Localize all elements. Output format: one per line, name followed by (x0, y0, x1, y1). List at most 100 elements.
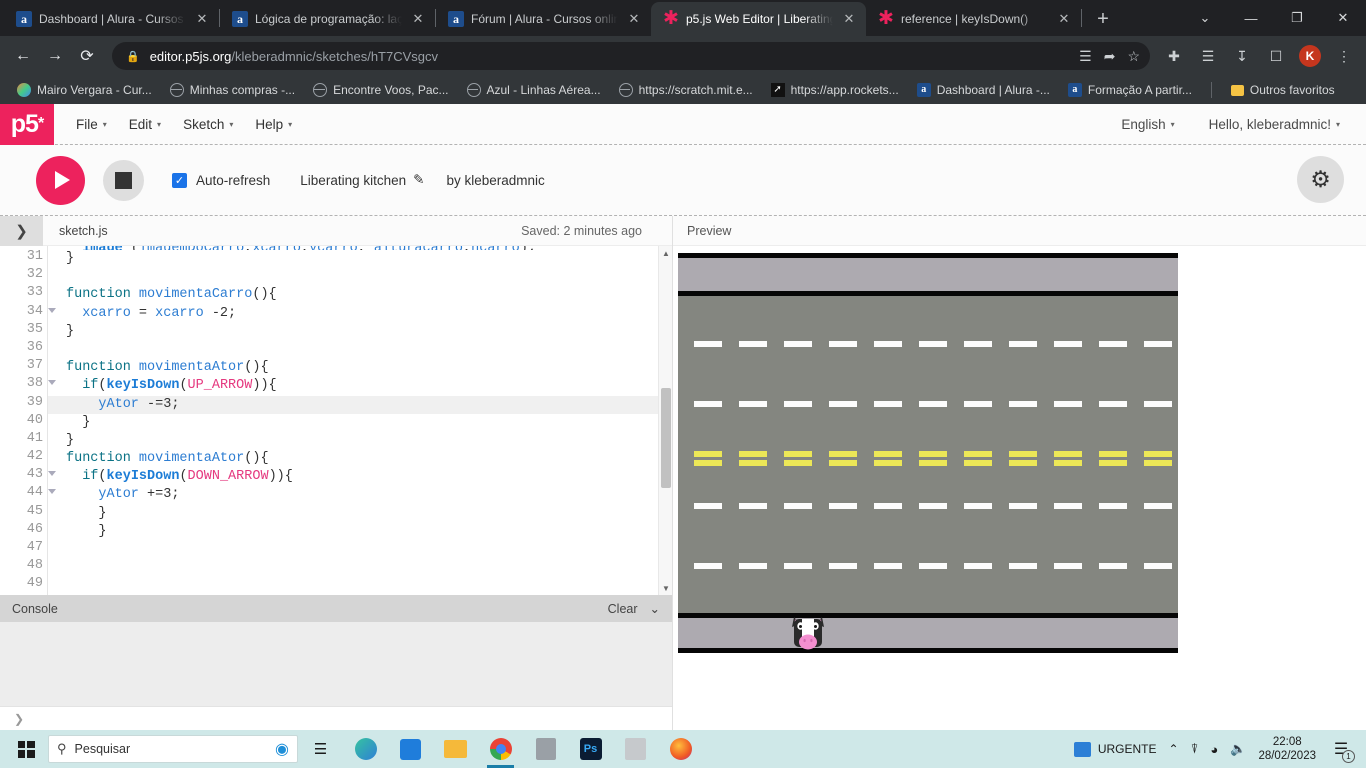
start-button[interactable] (4, 730, 48, 768)
bookmark-item-4[interactable]: https://scratch.mit.e... (612, 80, 760, 100)
menu-help[interactable]: Help ▾ (247, 113, 300, 136)
sidebar-toggle-button[interactable]: ❯ (0, 215, 43, 246)
clock[interactable]: 22:08 28/02/2023 (1258, 735, 1316, 763)
scroll-down-arrow[interactable]: ▼ (659, 581, 672, 595)
address-bar[interactable]: 🔒 editor.p5js.org/kleberadmnic/sketches/… (112, 42, 1150, 70)
language-selector[interactable]: English ▾ (1113, 113, 1182, 136)
code-line[interactable] (66, 559, 672, 577)
close-icon[interactable]: ✕ (193, 10, 211, 28)
scrollbar-thumb[interactable] (661, 388, 671, 488)
bookmark-item-0[interactable]: Mairo Vergara - Cur... (10, 80, 159, 100)
photos-icon[interactable] (523, 730, 568, 768)
bookmark-item-1[interactable]: Minhas compras -... (163, 80, 302, 100)
code-line[interactable]: } (66, 523, 672, 541)
pencil-icon[interactable]: ✎ (413, 172, 424, 188)
chrome-menu-icon[interactable]: ⋮ (1330, 42, 1358, 70)
browser-tab-3-active[interactable]: p5.js Web Editor | Liberating ✕ (651, 2, 866, 36)
code-editor[interactable]: 31 32 33 3435 36 37383940 41 42434445 46 47 48 49 i… (0, 246, 672, 595)
other-bookmarks-folder[interactable]: Outros favoritos (1224, 80, 1342, 100)
tray-expand-icon[interactable]: ⌃ (1169, 742, 1179, 756)
checkbox-icon[interactable]: ✓ (172, 172, 187, 188)
profile-avatar[interactable]: K (1296, 42, 1324, 70)
close-icon[interactable]: ✕ (840, 10, 858, 28)
code-line[interactable]: } (66, 432, 672, 450)
photoshop-icon[interactable]: Ps (568, 730, 613, 768)
task-view-icon[interactable]: ☰ (298, 730, 343, 768)
code-line[interactable]: if(keyIsDown(UP_ARROW)){ (66, 377, 672, 395)
account-menu[interactable]: Hello, kleberadmnic! ▾ (1201, 113, 1348, 136)
code-line[interactable]: function movimentaAtor(){ (66, 359, 672, 377)
close-icon[interactable]: ✕ (409, 10, 427, 28)
code-line[interactable]: xcarro = xcarro -2; (66, 305, 672, 323)
code-line[interactable]: yAtor +=3; (66, 486, 672, 504)
translate-icon[interactable]: ☰ (1079, 48, 1092, 65)
code-line[interactable]: yAtor -=3; (48, 395, 672, 414)
contacts-icon[interactable] (343, 730, 388, 768)
file-tab-sketch-js[interactable]: sketch.js (59, 224, 108, 238)
sketch-name[interactable]: Liberating kitchen ✎ (300, 172, 424, 188)
camera-icon[interactable]: ⍒ (1191, 741, 1199, 757)
file-explorer-icon[interactable] (433, 730, 478, 768)
paint-icon[interactable] (613, 730, 658, 768)
code-line[interactable]: } (66, 505, 672, 523)
share-icon[interactable]: ➦ (1104, 48, 1116, 65)
copilot-icon[interactable]: ◉ (275, 739, 289, 759)
menu-edit[interactable]: Edit ▾ (121, 113, 169, 136)
notification-center-button[interactable]: ☰ 1 (1328, 734, 1355, 764)
bookmark-item-3[interactable]: Azul - Linhas Aérea... (460, 80, 608, 100)
maximize-button[interactable]: ❐ (1274, 0, 1320, 36)
tab-search-icon[interactable]: ⌄ (1182, 0, 1228, 36)
code-line[interactable]: if(keyIsDown(DOWN_ARROW)){ (66, 468, 672, 486)
p5-logo[interactable]: p5 * (0, 103, 54, 145)
microsoft-store-icon[interactable] (388, 730, 433, 768)
console-clear-button[interactable]: Clear (608, 602, 638, 616)
bookmark-item-5[interactable]: ➚ https://app.rockets... (764, 80, 906, 100)
menu-file[interactable]: File ▾ (68, 113, 115, 136)
bookmark-item-6[interactable]: a Dashboard | Alura -... (910, 80, 1057, 100)
reading-list-icon[interactable]: ☰ (1194, 42, 1222, 70)
news-widget[interactable]: URGENTE (1073, 741, 1157, 757)
browser-tab-1[interactable]: a Lógica de programação: laços ✕ (220, 2, 435, 36)
bookmark-item-7[interactable]: a Formação A partir... (1061, 80, 1199, 100)
code-line[interactable] (66, 268, 672, 286)
code-line[interactable]: function movimentaAtor(){ (66, 450, 672, 468)
scroll-up-arrow[interactable]: ▲ (659, 246, 672, 260)
close-icon[interactable]: ✕ (625, 10, 643, 28)
minimize-button[interactable]: — (1228, 0, 1274, 36)
search-input[interactable]: ⚲ Pesquisar ◉ (48, 735, 298, 763)
code-line[interactable]: } (66, 323, 672, 341)
new-tab-button[interactable]: + (1088, 4, 1118, 34)
code-line[interactable] (66, 341, 672, 359)
browser-tab-4[interactable]: reference | keyIsDown() ✕ (866, 2, 1081, 36)
volume-icon[interactable]: 🔈 (1230, 741, 1246, 757)
play-button[interactable] (36, 155, 85, 205)
code-line[interactable] (66, 541, 672, 559)
sketch-canvas[interactable] (678, 253, 1178, 653)
code-line[interactable]: function movimentaCarro(){ (66, 286, 672, 304)
reload-icon[interactable]: ⟳ (72, 41, 102, 71)
bookmark-star-icon[interactable]: ☆ (1127, 48, 1140, 65)
firefox-icon[interactable] (658, 730, 703, 768)
wifi-icon[interactable]: ◕ (1210, 742, 1218, 757)
back-icon[interactable]: ← (8, 41, 38, 71)
bookmark-item-2[interactable]: Encontre Voos, Pac... (306, 80, 455, 100)
code-line[interactable]: } (66, 414, 672, 432)
editor-scrollbar[interactable]: ▲ ▼ (658, 246, 672, 595)
code-line[interactable]: } (66, 250, 672, 268)
auto-refresh-toggle[interactable]: ✓ Auto-refresh (172, 172, 270, 188)
settings-button[interactable]: ⚙ (1297, 156, 1344, 203)
console-prompt[interactable]: ❯ (0, 706, 672, 730)
forward-icon[interactable]: → (40, 41, 70, 71)
google-chrome-icon[interactable] (478, 730, 523, 768)
browser-tab-0[interactable]: a Dashboard | Alura - Cursos onli ✕ (4, 2, 219, 36)
browser-tab-2[interactable]: a Fórum | Alura - Cursos online ✕ (436, 2, 651, 36)
code-lines[interactable]: image (imagemDoCarro,xcarro,ycarro, altu… (47, 246, 672, 595)
close-window-button[interactable]: ✕ (1320, 0, 1366, 36)
code-content[interactable]: 31 32 33 3435 36 37383940 41 42434445 46 47 48 49 i… (0, 246, 672, 595)
menu-sketch[interactable]: Sketch ▾ (175, 113, 241, 136)
sidepanel-icon[interactable]: ☐ (1262, 42, 1290, 70)
downloads-icon[interactable]: ↧ (1228, 42, 1256, 70)
close-icon[interactable]: ✕ (1055, 10, 1073, 28)
extensions-icon[interactable]: ✚ (1160, 42, 1188, 70)
chevron-down-icon[interactable]: ⌄ (650, 601, 660, 616)
